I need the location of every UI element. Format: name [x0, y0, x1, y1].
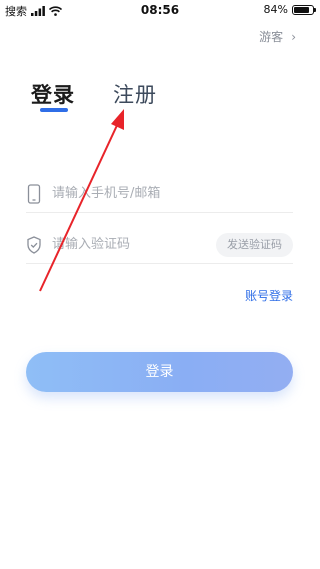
phone-email-input[interactable]: [52, 182, 232, 204]
code-input[interactable]: [52, 233, 202, 255]
code-field: 发送验证码: [26, 227, 293, 264]
status-right: 84%: [263, 3, 316, 16]
chevron-right-icon: ›: [291, 29, 296, 44]
send-code-button[interactable]: 发送验证码: [216, 233, 293, 257]
tab-login[interactable]: 登录: [31, 79, 75, 109]
auth-tabs: 登录 注册: [31, 79, 157, 109]
shield-icon: [27, 236, 41, 254]
status-bar: 搜索 08:56 84%: [0, 0, 320, 20]
battery-percent: 84%: [263, 3, 288, 16]
phone-icon: [27, 184, 41, 204]
guest-button[interactable]: 游客 ›: [259, 28, 296, 45]
phone-email-field: [26, 176, 293, 213]
tab-active-indicator: [40, 108, 68, 112]
battery-icon: [292, 4, 316, 15]
account-login-link[interactable]: 账号登录: [245, 287, 293, 304]
battery-fill: [294, 6, 310, 13]
guest-label: 游客: [259, 30, 284, 44]
tab-register[interactable]: 注册: [113, 79, 157, 109]
login-button[interactable]: 登录: [26, 352, 293, 392]
